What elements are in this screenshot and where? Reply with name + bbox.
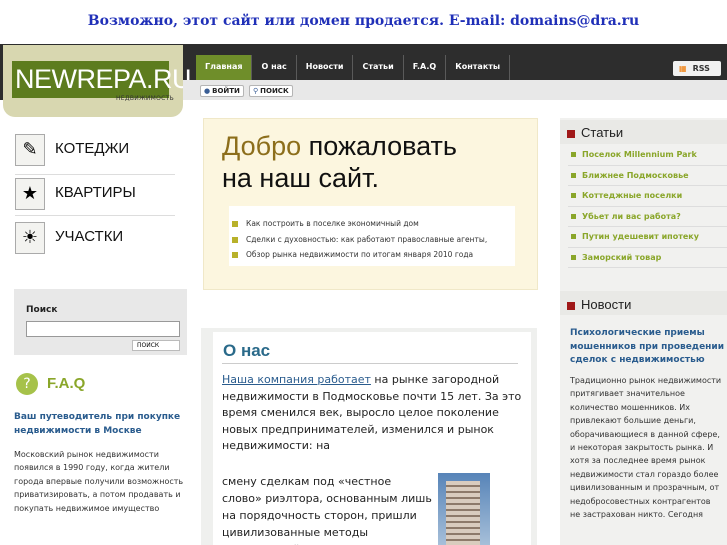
welcome-heading: Добро пожаловать на наш сайт. — [222, 130, 457, 194]
article-link[interactable]: Заморский товар — [568, 248, 727, 268]
rss-icon: ▦ — [679, 64, 687, 73]
bullet-icon — [567, 301, 575, 310]
divider — [15, 174, 175, 175]
shield-icon: ★ — [15, 178, 45, 210]
divider — [15, 215, 175, 216]
articles-title: Статьи — [567, 125, 623, 140]
news-heading[interactable]: Психологические приемы мошенников при пр… — [570, 327, 724, 368]
articles-list: Поселок Millennium Park Ближнее Подмоско… — [568, 145, 727, 268]
nav-about[interactable]: О нас — [252, 55, 297, 81]
category-apartments[interactable]: ★ КВАРТИРЫ — [15, 178, 190, 214]
category-cottages[interactable]: ✎ КОТЕДЖИ — [15, 134, 190, 170]
pencil-icon: ✎ — [15, 134, 45, 166]
about-title: О нас — [223, 341, 271, 360]
article-link[interactable]: Ближнее Подмосковье — [568, 166, 727, 186]
category-cottages-label: КОТЕДЖИ — [55, 140, 130, 157]
nav-contacts[interactable]: Контакты — [446, 55, 511, 81]
search-icon: ⚲ — [253, 87, 259, 95]
about-text: Наша компания работает на рынке загородн… — [222, 372, 524, 455]
page: Возможно, этот сайт или домен продается.… — [0, 0, 727, 545]
welcome-link[interactable]: Сделки с духовностью: как работают право… — [232, 235, 487, 244]
login-label: ВОЙТИ — [212, 87, 240, 95]
site-logo[interactable]: NEWREPA.RU — [12, 61, 192, 98]
news-text: Традиционно рынок недвижимости притягива… — [570, 376, 722, 520]
bullet-icon — [567, 129, 575, 138]
news-title: Новости — [567, 297, 631, 312]
rss-label: RSS — [692, 64, 710, 73]
search-title: Поиск — [26, 305, 58, 315]
main-nav: Главная О нас Новости Статьи F.A.Q Конта… — [196, 55, 511, 81]
article-link[interactable]: Поселок Millennium Park — [568, 145, 727, 166]
article-link[interactable]: Путин удешевит ипотеку — [568, 227, 727, 248]
building-image — [438, 473, 490, 545]
category-apartments-label: КВАРТИРЫ — [55, 184, 136, 201]
articles-title-text: Статьи — [581, 125, 624, 140]
about-text-2: смену сделкам под «честное слово» риэлто… — [222, 475, 432, 545]
welcome-word-hello: Добро — [222, 131, 302, 161]
welcome-line2: на наш сайт. — [222, 163, 379, 193]
nav-news[interactable]: Новости — [297, 55, 354, 81]
welcome-link[interactable]: Обзор рынка недвижимости по итогам январ… — [232, 250, 473, 259]
domain-sale-banner: Возможно, этот сайт или домен продается.… — [87, 13, 640, 29]
category-plots-label: УЧАСТКИ — [55, 228, 124, 245]
divider — [222, 363, 518, 364]
news-title-text: Новости — [581, 297, 632, 312]
search-toggle-button[interactable]: ⚲ ПОИСК — [249, 85, 293, 97]
faq-title[interactable]: F.A.Q — [47, 375, 85, 392]
user-icon: ● — [204, 87, 211, 95]
article-link[interactable]: Убьет ли вас работа? — [568, 207, 727, 227]
rss-button[interactable]: ▦ RSS — [673, 61, 721, 76]
welcome-word-welcome: пожаловать — [301, 131, 457, 161]
lightbulb-icon: ? — [16, 373, 38, 395]
welcome-link[interactable]: Как построить в поселке экономичный дом — [232, 219, 419, 228]
login-button[interactable]: ● ВОЙТИ — [200, 85, 244, 97]
search-button[interactable]: ПОИСК — [132, 340, 180, 351]
about-link[interactable]: Наша компания работает — [222, 373, 371, 386]
nav-articles[interactable]: Статьи — [353, 55, 404, 81]
logo-subtitle: НЕДВИЖИМОСТЬ — [116, 95, 175, 102]
faq-text: Московский рынок недвижимости появился в… — [14, 450, 184, 513]
category-plots[interactable]: ☀ УЧАСТКИ — [15, 222, 190, 258]
nav-faq[interactable]: F.A.Q — [404, 55, 447, 81]
nav-home[interactable]: Главная — [196, 55, 253, 81]
search-input[interactable] — [26, 321, 180, 337]
lightbulb-icon: ☀ — [15, 222, 45, 254]
article-link[interactable]: Коттеджные поселки — [568, 186, 727, 207]
faq-heading[interactable]: Ваш путеводитель при покупке недвижимост… — [14, 410, 184, 438]
search-toggle-label: ПОИСК — [260, 87, 289, 95]
